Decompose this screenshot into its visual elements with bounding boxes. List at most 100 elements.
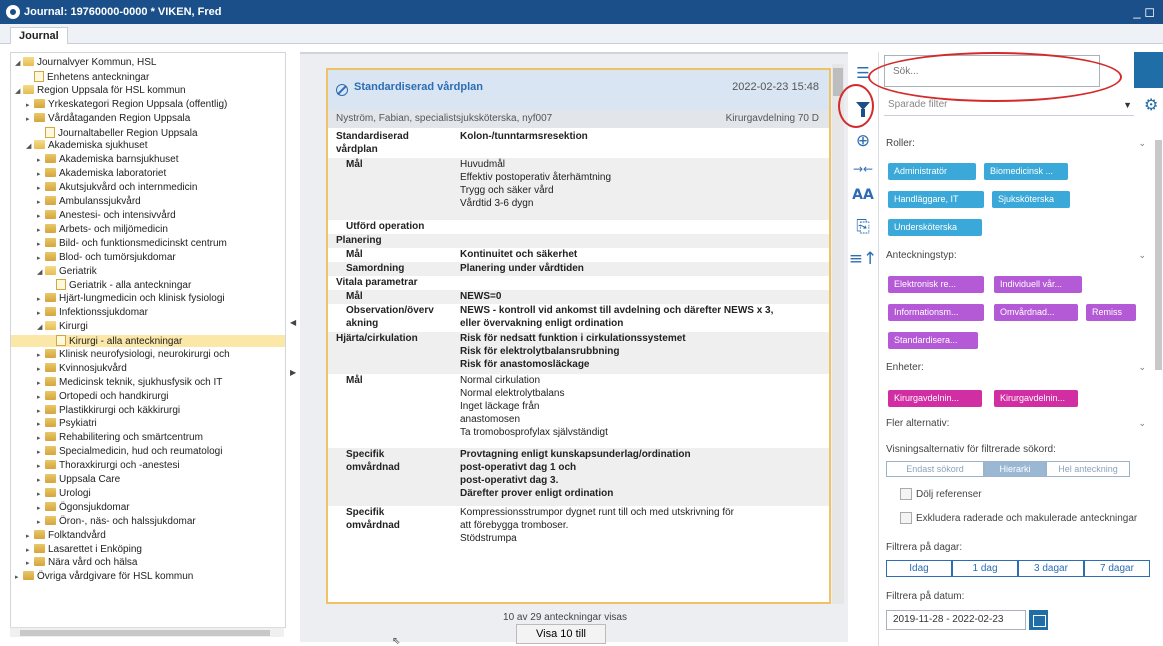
gear-icon[interactable]: ⚙ xyxy=(1144,96,1162,114)
chevron-down-icon[interactable]: ⌄ xyxy=(1138,250,1146,261)
tree-horizontal-scrollbar[interactable] xyxy=(10,627,284,637)
filter-chip[interactable]: Informationsm... xyxy=(888,304,984,321)
tree-item[interactable]: ▸ Bild- och funktionsmedicinskt centrum xyxy=(11,237,227,251)
filter-chip[interactable]: Kirurgavdelnin... xyxy=(994,390,1078,407)
tree-item[interactable]: ▸ Akademiska laboratoriet xyxy=(11,168,166,180)
tree-item[interactable]: ▸ Övriga vårdgivare för HSL kommun xyxy=(11,571,193,583)
filter-chip[interactable]: Kirurgavdelnin... xyxy=(888,390,982,407)
sort-icon[interactable]: ≡↑ xyxy=(848,246,878,272)
tree-item[interactable]: ▸ Hjärt-lungmedicin och klinisk fysiologi xyxy=(11,293,225,305)
date-range-field[interactable]: 2019-11-28 - 2022-02-23 xyxy=(886,610,1026,630)
tree-item[interactable]: ▸ Akademiska barnsjukhuset xyxy=(11,154,179,166)
expander-arrow-icon[interactable]: ▸ xyxy=(37,350,45,362)
tree-item[interactable]: ◢ Akademiska sjukhuset xyxy=(11,140,148,152)
saved-filter-select[interactable]: Sparade filter ▼ xyxy=(884,96,1134,116)
window-controls[interactable]: _ ◻ xyxy=(1133,0,1155,24)
tree-item[interactable]: Journaltabeller Region Uppsala xyxy=(11,126,198,139)
expander-arrow-icon[interactable]: ▸ xyxy=(37,503,45,515)
expander-arrow-icon[interactable]: ▸ xyxy=(37,308,45,320)
view-option-segment[interactable]: Endast sökord xyxy=(886,461,984,477)
exclude-deleted-checkbox[interactable] xyxy=(900,512,912,524)
journal-view-tree[interactable]: ◢ Journalvyer Kommun, HSL Enhetens anteckn… xyxy=(10,52,286,628)
expander-arrow-icon[interactable]: ▸ xyxy=(26,545,34,557)
filter-chip[interactable]: Sjuksköterska xyxy=(992,191,1070,208)
tree-item[interactable]: ▸ Yrkeskategori Region Uppsala (offentlig… xyxy=(11,98,227,111)
expand-right-arrow-icon[interactable]: ▶ xyxy=(290,368,296,377)
expander-arrow-icon[interactable]: ▸ xyxy=(37,461,45,473)
expander-arrow-icon[interactable]: ▸ xyxy=(37,155,45,167)
expander-arrow-icon[interactable]: ▸ xyxy=(26,558,34,570)
expander-arrow-icon[interactable]: ▸ xyxy=(37,392,45,404)
tree-item[interactable]: ▸ Medicinsk teknik, sjukhusfysik och IT xyxy=(11,376,222,390)
expander-arrow-icon[interactable]: ▸ xyxy=(37,211,45,223)
expander-arrow-icon[interactable]: ▸ xyxy=(37,517,45,529)
tree-item[interactable]: ▸ Blod- och tumörsjukdomar xyxy=(11,251,176,265)
tree-item[interactable]: ▸ Vårdåtaganden Region Uppsala xyxy=(11,112,190,126)
expander-arrow-icon[interactable]: ▸ xyxy=(26,114,34,126)
expander-arrow-icon[interactable]: ▸ xyxy=(37,364,45,376)
expander-arrow-icon[interactable]: ▸ xyxy=(37,183,45,195)
view-option-segment[interactable]: Hierarki xyxy=(984,461,1046,477)
search-button[interactable] xyxy=(1134,52,1163,88)
filter-chip[interactable]: Elektronisk re... xyxy=(888,276,984,293)
tree-item[interactable]: Kirurgi - alla anteckningar xyxy=(11,335,285,347)
filter-chip[interactable]: Handläggare, IT xyxy=(888,191,984,208)
tree-item[interactable]: ▸ Plastikkirurgi och käkkirurgi xyxy=(11,404,180,418)
tree-item[interactable]: ▸ Lasarettet i Enköping xyxy=(11,543,142,557)
document-vertical-scrollbar[interactable] xyxy=(832,64,844,604)
expander-arrow-icon[interactable]: ▸ xyxy=(37,406,45,418)
tree-item[interactable]: ◢ Journalvyer Kommun, HSL xyxy=(11,57,157,69)
tree-item[interactable]: ◢ Geriatrik xyxy=(11,265,97,278)
expander-arrow-icon[interactable]: ▸ xyxy=(37,225,45,237)
filter-chip[interactable]: Standardisera... xyxy=(888,332,978,349)
expander-arrow-icon[interactable]: ▸ xyxy=(37,253,45,265)
expander-arrow-icon[interactable]: ▸ xyxy=(37,169,45,181)
tree-item[interactable]: ▸ Folktandvård xyxy=(11,529,106,543)
tree-item[interactable]: ◢ Region Uppsala för HSL kommun xyxy=(11,84,186,98)
tree-item[interactable]: ▸ Urologi xyxy=(11,487,91,501)
font-size-icon[interactable]: AA xyxy=(848,182,878,208)
expander-arrow-icon[interactable]: ▸ xyxy=(37,378,45,390)
tree-item[interactable]: ▸ Akutsjukvård och internmedicin xyxy=(11,182,197,194)
tree-item[interactable]: Geriatrik - alla anteckningar xyxy=(11,279,191,291)
expander-arrow-icon[interactable]: ◢ xyxy=(26,141,34,153)
document-search-icon[interactable]: ⎘ xyxy=(848,214,878,240)
tree-item[interactable]: ▸ Specialmedicin, hud och reumatologi xyxy=(11,446,222,458)
expander-arrow-icon[interactable]: ▸ xyxy=(37,419,45,431)
journal-note-card[interactable]: Standardiserad vårdplan 2022-02-23 15:48… xyxy=(326,68,831,604)
expander-arrow-icon[interactable]: ◢ xyxy=(15,86,23,98)
filter-chip[interactable]: Remiss xyxy=(1086,304,1136,321)
expander-arrow-icon[interactable]: ▸ xyxy=(26,531,34,543)
collapse-arrows-icon[interactable]: →← xyxy=(848,156,878,182)
days-segment[interactable]: 7 dagar xyxy=(1084,560,1150,577)
chevron-down-icon[interactable]: ⌄ xyxy=(1138,362,1146,373)
tree-item[interactable]: ▸ Ögonsjukdomar xyxy=(11,501,130,515)
tree-item[interactable]: ▸ Infektionssjukdomar xyxy=(11,307,148,319)
tree-item[interactable]: ▸ Thoraxkirurgi och -anestesi xyxy=(11,460,180,472)
chevron-down-icon[interactable]: ⌄ xyxy=(1138,418,1146,429)
tree-item[interactable]: ▸ Ambulanssjukvård xyxy=(11,196,141,208)
collapse-left-arrow-icon[interactable]: ◀ xyxy=(290,318,296,327)
expander-arrow-icon[interactable]: ▸ xyxy=(37,197,45,209)
filter-chip[interactable]: Omvårdnad... xyxy=(994,304,1078,321)
calendar-icon[interactable] xyxy=(1029,610,1048,630)
expander-arrow-icon[interactable]: ◢ xyxy=(37,322,45,334)
expander-arrow-icon[interactable]: ▸ xyxy=(37,489,45,501)
expander-arrow-icon[interactable]: ▸ xyxy=(37,294,45,306)
tree-item[interactable]: ▸ Öron-, näs- och halssjukdomar xyxy=(11,515,196,529)
days-segment[interactable]: 1 dag xyxy=(952,560,1018,577)
tree-item[interactable]: ▸ Nära vård och hälsa xyxy=(11,557,138,569)
hide-references-checkbox[interactable] xyxy=(900,488,912,500)
filter-chip[interactable]: Administratör xyxy=(888,163,976,180)
show-more-button[interactable]: Visa 10 till xyxy=(516,624,606,644)
move-icon[interactable]: ⊕ xyxy=(848,128,878,154)
expander-arrow-icon[interactable]: ▸ xyxy=(37,239,45,251)
days-segment[interactable]: 3 dagar xyxy=(1018,560,1084,577)
expander-arrow-icon[interactable]: ◢ xyxy=(15,58,23,70)
expander-arrow-icon[interactable]: ▸ xyxy=(15,572,23,584)
view-option-segment[interactable]: Hel anteckning xyxy=(1046,461,1130,477)
tree-item[interactable]: ▸ Kvinnosjukvård xyxy=(11,362,127,376)
tree-item[interactable]: ▸ Psykiatri xyxy=(11,418,97,430)
tree-item[interactable]: ▸ Ortopedi och handkirurgi xyxy=(11,390,169,404)
tree-item[interactable]: ▸ Uppsala Care xyxy=(11,474,120,486)
